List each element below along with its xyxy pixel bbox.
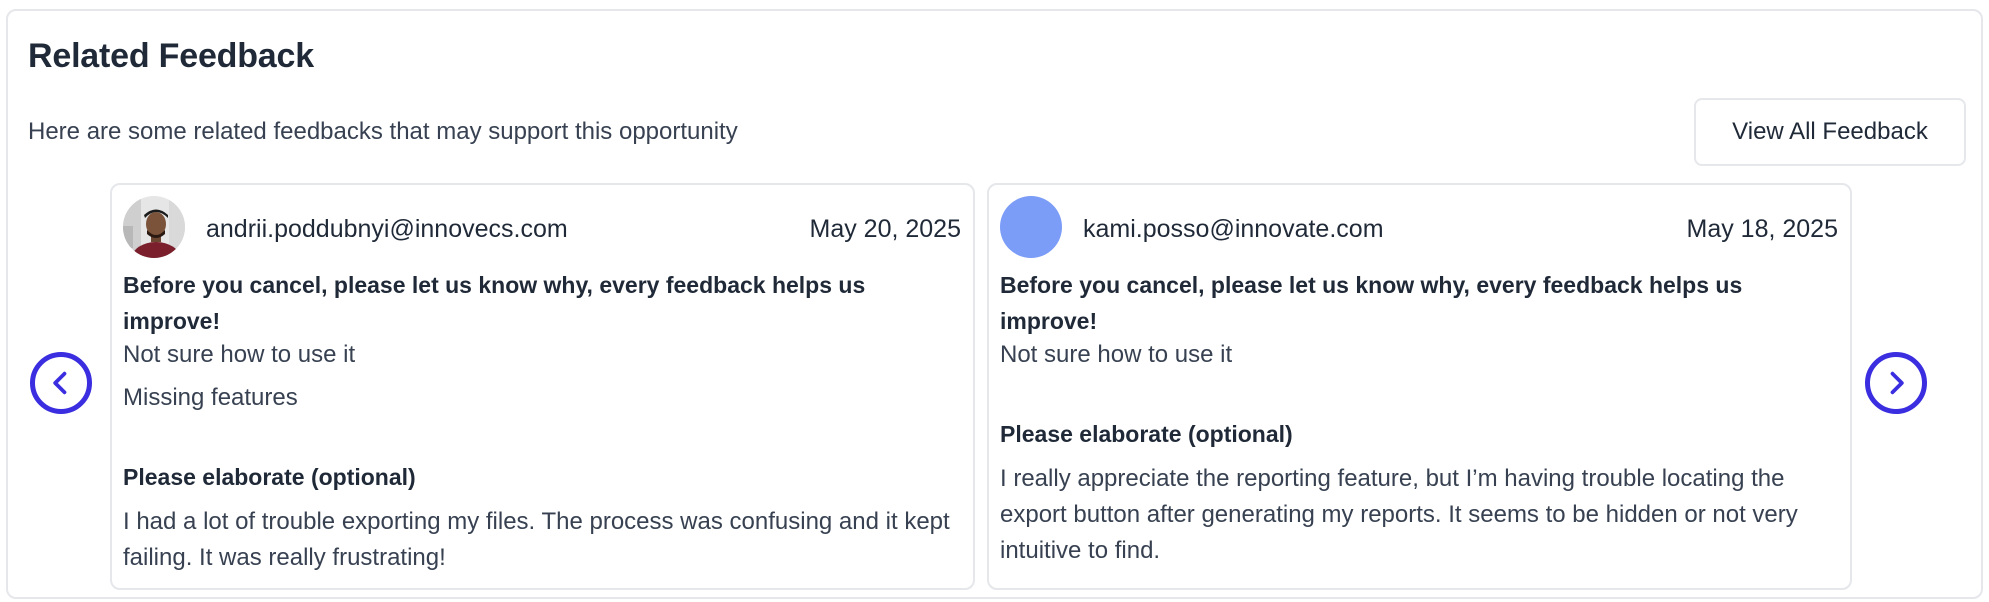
carousel-prev-button[interactable] bbox=[30, 352, 92, 414]
panel-subtitle: Here are some related feedbacks that may… bbox=[28, 118, 738, 145]
chevron-left-icon bbox=[53, 371, 67, 395]
feedback-question: Before you cancel, please let us know wh… bbox=[1000, 272, 1743, 334]
related-feedback-panel: Related Feedback Here are some related f… bbox=[6, 9, 1983, 599]
feedback-answer: Missing features bbox=[123, 384, 298, 411]
elaborate-label: Please elaborate (optional) bbox=[1000, 421, 1293, 447]
feedback-date: May 18, 2025 bbox=[1686, 215, 1839, 243]
avatar bbox=[1000, 196, 1062, 258]
view-all-feedback-button[interactable]: View All Feedback bbox=[1694, 98, 1966, 166]
avatar bbox=[123, 196, 185, 258]
feedback-email: andrii.poddubnyi@innovecs.com bbox=[206, 215, 568, 243]
elaborate-text: I had a lot of trouble exporting my file… bbox=[123, 508, 950, 571]
chevron-right-icon bbox=[1890, 371, 1904, 395]
feedback-card: kami.posso@innovate.com May 18, 2025 Bef… bbox=[987, 183, 1852, 590]
page-title: Related Feedback bbox=[28, 37, 314, 75]
feedback-answer: Not sure how to use it bbox=[1000, 341, 1233, 368]
feedback-answer: Not sure how to use it bbox=[123, 341, 356, 368]
feedback-card: andrii.poddubnyi@innovecs.com May 20, 20… bbox=[110, 183, 975, 590]
carousel-next-button[interactable] bbox=[1865, 352, 1927, 414]
feedback-date: May 20, 2025 bbox=[809, 215, 962, 243]
feedback-email: kami.posso@innovate.com bbox=[1083, 215, 1384, 243]
elaborate-text: I really appreciate the reporting featur… bbox=[1000, 465, 1798, 564]
elaborate-label: Please elaborate (optional) bbox=[123, 464, 416, 490]
feedback-question: Before you cancel, please let us know wh… bbox=[123, 272, 866, 334]
